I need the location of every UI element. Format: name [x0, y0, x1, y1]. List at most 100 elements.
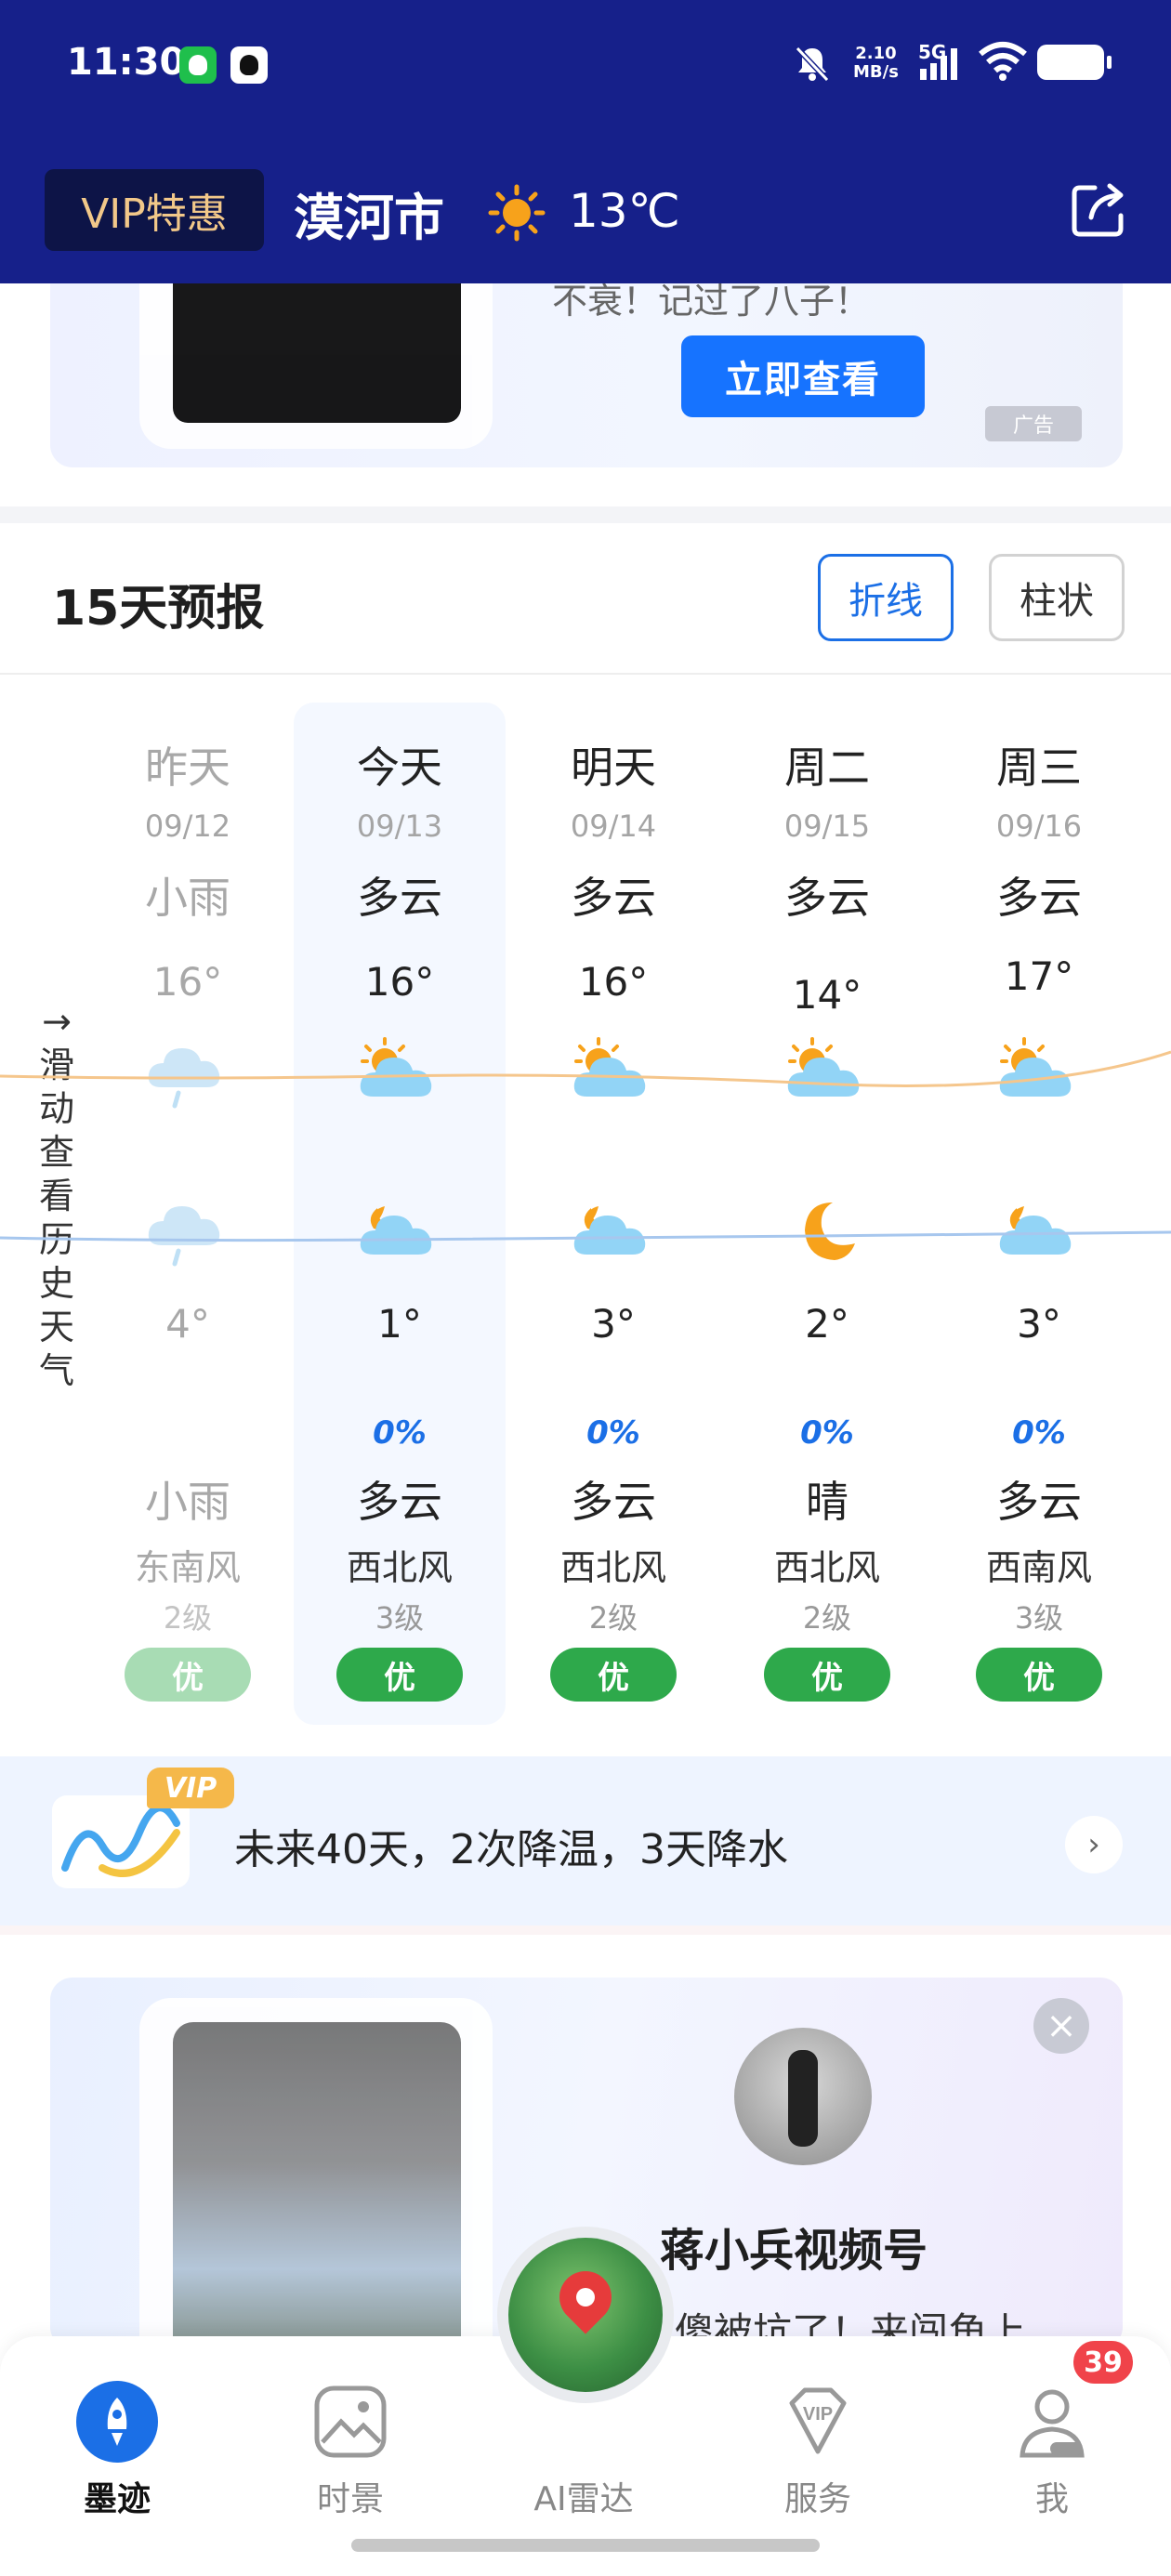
forecast-wind-direction: 西北风: [559, 1547, 666, 1588]
forecast-low-temp: 3°: [1017, 1301, 1061, 1347]
svg-text:VIP: VIP: [803, 2404, 833, 2425]
forecast-wind-direction: 西南风: [985, 1547, 1092, 1588]
status-bar: 11:30 2.10 MB/s 5G: [0, 0, 1171, 130]
bell-muted-icon: [795, 46, 830, 83]
wifi-icon: [979, 42, 1027, 81]
forecast-high-temp: 16°: [578, 959, 649, 1005]
forecast-night-weather: 多云: [571, 1477, 656, 1527]
forecast-low-temp: 4°: [165, 1301, 210, 1347]
forecast-high-temp: 16°: [364, 959, 435, 1005]
ad-phone-image: [139, 283, 493, 449]
forecast-high-temp: 16°: [152, 959, 223, 1005]
close-icon[interactable]: ×: [1033, 1998, 1089, 2054]
ad-banner-top[interactable]: 不衰！记过了八子！ 立即查看 广告: [50, 283, 1123, 467]
ad-video-preview: [139, 1998, 493, 2349]
forecast-day-label: 明天: [571, 743, 656, 793]
toggle-line-chart[interactable]: 折线: [818, 554, 954, 641]
forecast-day-weather: 多云: [784, 873, 870, 923]
channel-name: 蒋小兵视频号: [660, 2225, 928, 2277]
nav-label: AI雷达: [533, 2480, 634, 2518]
forecast-precip: 0%: [800, 1414, 854, 1452]
ad-view-now-button[interactable]: 立即查看: [681, 335, 925, 417]
sun-icon: [488, 184, 546, 242]
forecast-day-weather: 多云: [996, 873, 1082, 923]
nav-label: 时景: [316, 2480, 384, 2518]
nav-label: 我: [1034, 2480, 1069, 2518]
rocket-icon: [76, 2381, 158, 2463]
forecast-wind-level: 2级: [163, 1600, 213, 1636]
air-quality-badge[interactable]: 优: [125, 1648, 251, 1702]
wechat-icon: [179, 46, 217, 84]
home-indicator[interactable]: [351, 2539, 820, 2552]
forecast-day-weather: 多云: [357, 873, 442, 923]
top-bar: 11:30 2.10 MB/s 5G VIP特惠 漠河市 13℃: [0, 0, 1171, 283]
share-icon[interactable]: [1067, 177, 1132, 242]
forecast-40-day-text: 未来40天，2次降温，3天降水: [234, 1826, 788, 1873]
net-speed-unit: MB/s: [853, 62, 899, 82]
air-quality-badge[interactable]: 优: [550, 1648, 677, 1702]
notification-badge: 39: [1071, 2338, 1136, 2386]
forecast-day-weather: 多云: [571, 873, 656, 923]
forecast-40-day-banner[interactable]: VIP 未来40天，2次降温，3天降水 ›: [0, 1756, 1171, 1925]
forecast-day-label: 昨天: [145, 743, 230, 793]
air-quality-badge[interactable]: 优: [336, 1648, 463, 1702]
forecast-date: 09/13: [356, 808, 443, 844]
forecast-title: 15天预报: [52, 581, 265, 637]
toggle-bar-chart[interactable]: 柱状: [989, 554, 1125, 641]
forecast-day-weather: 小雨: [145, 873, 230, 923]
ad-label: 广告: [985, 406, 1082, 441]
forecast-day-label: 周三: [996, 743, 1082, 793]
forecast-night-weather: 多云: [357, 1477, 442, 1527]
vip-tag: VIP: [147, 1768, 234, 1808]
forecast-night-weather: 多云: [996, 1477, 1082, 1527]
air-quality-badge[interactable]: 优: [764, 1648, 890, 1702]
current-temperature: 13℃: [569, 184, 680, 238]
battery-icon: [1037, 45, 1112, 80]
forecast-low-temp: 1°: [377, 1301, 422, 1347]
user-icon: [1020, 2389, 1085, 2458]
temperature-curves: [0, 1050, 1171, 1242]
forecast-high-temp: 17°: [1004, 953, 1074, 999]
forecast-day-label: 今天: [357, 743, 442, 793]
vip-offer-button[interactable]: VIP特惠: [45, 169, 264, 251]
ad-partial-text: 不衰！记过了八子！: [552, 283, 871, 322]
forecast-wind-level: 3级: [375, 1600, 425, 1636]
forecast-precip: 0%: [373, 1414, 427, 1452]
nav-label: 服务: [783, 2480, 851, 2518]
nav-label: 墨迹: [83, 2480, 151, 2518]
forecast-precip: 0%: [586, 1414, 640, 1452]
air-quality-badge[interactable]: 优: [976, 1648, 1102, 1702]
forecast-wind-level: 2级: [802, 1600, 852, 1636]
forecast-wind-direction: 东南风: [134, 1547, 241, 1588]
radar-globe-icon[interactable]: [497, 2227, 674, 2403]
section-divider-2: [0, 1925, 1171, 1935]
net-speed-value: 2.10: [855, 44, 897, 63]
section-divider: [0, 506, 1171, 523]
forecast-precip: 0%: [1012, 1414, 1066, 1452]
forecast-date: 09/14: [570, 808, 657, 844]
status-time: 11:30: [67, 41, 186, 84]
avatar: [734, 2028, 872, 2165]
forecast-divider: [0, 673, 1171, 675]
header: VIP特惠 漠河市 13℃: [0, 149, 1171, 283]
chevron-right-icon[interactable]: ›: [1065, 1816, 1123, 1873]
forecast-wind-direction: 西北风: [773, 1547, 880, 1588]
net-speed: 2.10 MB/s: [853, 45, 899, 82]
forecast-date: 09/16: [995, 808, 1083, 844]
forecast-low-temp: 2°: [805, 1301, 849, 1347]
qq-icon: [230, 46, 268, 84]
forecast-night-weather: 晴: [806, 1477, 849, 1527]
trend-chart-icon: [52, 1795, 190, 1888]
city-name[interactable]: 漠河市: [294, 177, 444, 250]
forecast-low-temp: 3°: [591, 1301, 636, 1347]
image-icon: [314, 2385, 387, 2458]
forecast-wind-direction: 西北风: [346, 1547, 453, 1588]
forecast-wind-level: 3级: [1014, 1600, 1064, 1636]
forecast-night-weather: 小雨: [145, 1477, 230, 1527]
signal-icon: [920, 48, 957, 80]
forecast-day-label: 周二: [784, 743, 870, 793]
vip-diamond-icon: VIP: [789, 2387, 847, 2454]
forecast-wind-level: 2级: [588, 1600, 638, 1636]
forecast-date: 09/15: [783, 808, 871, 844]
forecast-date: 09/12: [144, 808, 231, 844]
